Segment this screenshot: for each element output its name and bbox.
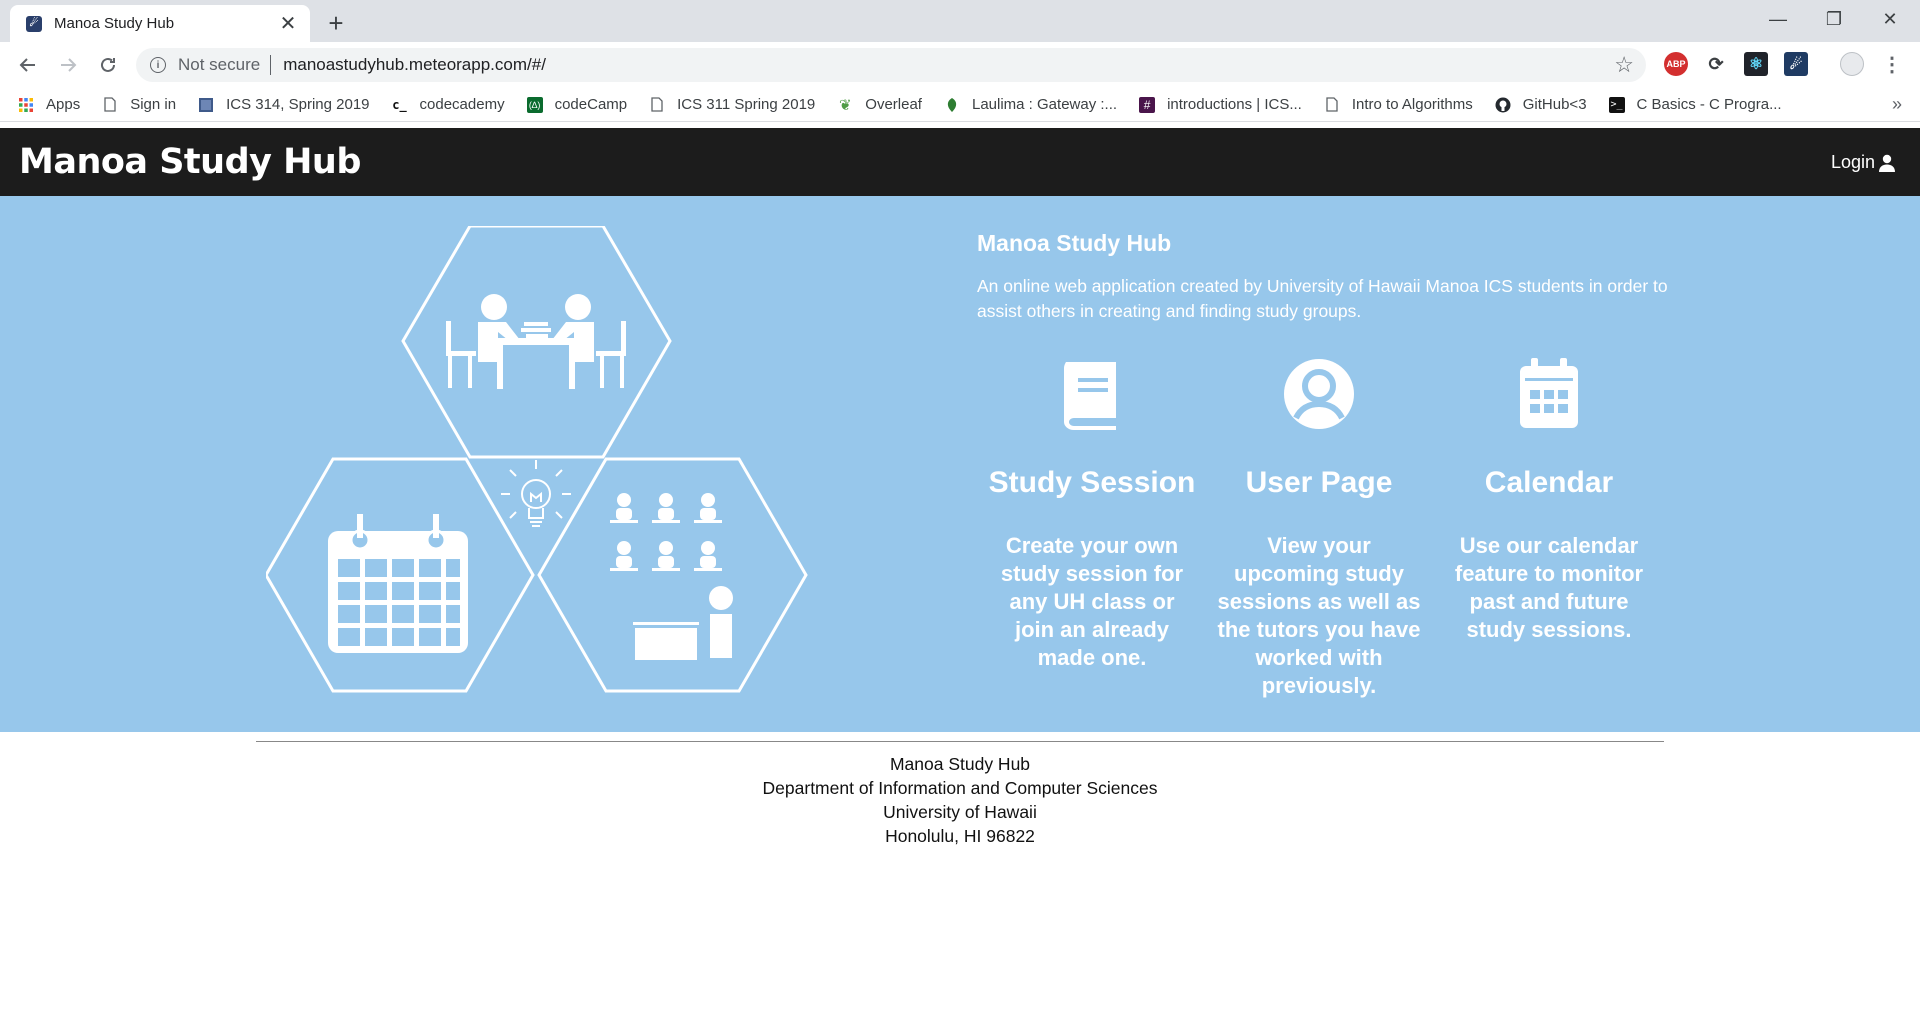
arrow-left-icon: [19, 58, 35, 72]
bookmarks-bar: Apps Sign in ICS 314, Spring 2019 c_ cod…: [0, 88, 1920, 122]
footer-line: Department of Information and Computer S…: [762, 778, 1158, 798]
hero-section: Manoa Study Hub An online web applicatio…: [0, 196, 1920, 732]
address-bar[interactable]: i Not secure manoastudyhub.meteorapp.com…: [136, 48, 1646, 82]
bookmark-label: ICS 314, Spring 2019: [226, 96, 370, 113]
feature-title: Study Session: [988, 466, 1196, 499]
bookmark-apps[interactable]: Apps: [18, 96, 80, 113]
feature-title: Calendar: [1484, 466, 1614, 499]
bookmark-label: GitHub<3: [1522, 96, 1587, 113]
feature-calendar: Calendar Use our calendar feature to mon…: [1444, 356, 1654, 644]
user-icon: [1879, 154, 1895, 172]
bookmark-label: Apps: [46, 96, 81, 113]
react-devtools-icon[interactable]: ⚛: [1744, 52, 1768, 76]
reload-icon: [101, 57, 115, 72]
classroom-icon: [610, 493, 733, 660]
bookmark-codecamp[interactable]: (∆) codeCamp: [526, 96, 628, 113]
browser-toolbar: i Not secure manoastudyhub.meteorapp.com…: [0, 42, 1920, 88]
page-icon: [649, 97, 665, 113]
bookmark-overleaf[interactable]: ❦ Overleaf: [837, 96, 922, 114]
meteor-devtools-icon[interactable]: ☄: [1784, 52, 1808, 76]
bookmark-label: Sign in: [130, 96, 177, 113]
calendar-icon: [1520, 358, 1578, 428]
bookmark-ics311[interactable]: ICS 311 Spring 2019: [649, 96, 815, 113]
bookmarks-overflow-icon[interactable]: »: [1892, 94, 1902, 115]
feature-user-page: User Page View your upcoming study sessi…: [1214, 356, 1424, 700]
bookmark-codecademy[interactable]: c_ codecademy: [392, 96, 505, 113]
site-brand[interactable]: Manoa Study Hub: [19, 142, 361, 182]
security-label: Not secure: [178, 55, 261, 74]
codecamp-icon: (∆): [526, 96, 543, 113]
bookmark-c-basics[interactable]: >_ C Basics - C Progra...: [1608, 96, 1782, 113]
feature-text: Use our calendar feature to monitor past…: [1454, 533, 1644, 642]
bookmark-label: Laulima : Gateway :...: [971, 96, 1118, 113]
sync-extension-icon[interactable]: ⟳: [1704, 52, 1728, 76]
github-icon: [1495, 97, 1511, 113]
leaf-icon: [944, 97, 960, 113]
reload-button[interactable]: [92, 49, 124, 81]
url-separator: [270, 55, 272, 75]
footer-divider: [256, 741, 1664, 742]
user-circle-icon: [1284, 359, 1354, 429]
page-icon: [1324, 97, 1340, 113]
feature-text: Create your own study session for any UH…: [1000, 533, 1184, 670]
bookmark-github[interactable]: GitHub<3: [1495, 96, 1587, 113]
book-icon: [1064, 362, 1116, 430]
login-label: Login: [1830, 152, 1875, 172]
footer-line: University of Hawaii: [883, 802, 1037, 822]
meteor-favicon-icon: ☄: [26, 15, 42, 32]
site-footer: Manoa Study Hub Department of Informatio…: [0, 752, 1920, 848]
lightbulb-icon: [501, 460, 571, 527]
codecademy-icon: c_: [392, 97, 407, 112]
bookmark-label: codecademy: [419, 96, 505, 113]
hexagon-illustration: [266, 226, 808, 693]
bookmark-label: C Basics - C Progra...: [1636, 96, 1782, 113]
info-icon[interactable]: i: [150, 57, 166, 73]
bookmark-ics314[interactable]: ICS 314, Spring 2019: [198, 96, 370, 113]
feature-study-session: Study Session Create your own study sess…: [987, 356, 1197, 672]
profile-avatar[interactable]: [1840, 52, 1864, 76]
browser-tab[interactable]: ☄ Manoa Study Hub ✕: [10, 5, 310, 42]
adblock-extension-icon[interactable]: ABP: [1664, 52, 1688, 76]
bookmark-star-icon[interactable]: ☆: [1614, 52, 1634, 78]
menu-kebab-icon[interactable]: ⋮: [1880, 52, 1904, 76]
url-text[interactable]: manoastudyhub.meteorapp.com/#/: [283, 55, 546, 75]
new-tab-button[interactable]: +: [322, 8, 350, 38]
feature-text: View your upcoming study sessions as wel…: [1217, 533, 1421, 698]
square-icon: [198, 97, 214, 113]
restore-button[interactable]: ❐: [1806, 0, 1862, 38]
tab-title: Manoa Study Hub: [54, 15, 175, 32]
footer-line: Honolulu, HI 96822: [885, 826, 1035, 846]
bookmark-label: codeCamp: [554, 96, 628, 113]
page-icon: [102, 97, 118, 113]
arrow-right-icon: [61, 58, 77, 72]
bookmark-label: Intro to Algorithms: [1351, 96, 1473, 113]
bookmark-label: introductions | ICS...: [1167, 96, 1302, 113]
back-button[interactable]: [12, 49, 44, 81]
footer-line: Manoa Study Hub: [889, 754, 1031, 774]
tab-strip: ☄ Manoa Study Hub ✕ + — ❐ ✕: [0, 0, 1920, 42]
bookmark-slack[interactable]: # introductions | ICS...: [1139, 96, 1302, 113]
terminal-icon: >_: [1608, 96, 1625, 113]
calendar-illustration-icon: [328, 514, 468, 653]
overleaf-icon: ❦: [838, 96, 852, 114]
slack-icon: #: [1139, 96, 1156, 113]
study-table-icon: [446, 294, 626, 389]
site-navbar: Manoa Study Hub Login: [0, 128, 1920, 196]
window-close-button[interactable]: ✕: [1862, 0, 1918, 38]
feature-title: User Page: [1245, 466, 1393, 499]
minimize-button[interactable]: —: [1750, 0, 1806, 38]
hero-description: An online web application created by Uni…: [977, 276, 1668, 321]
apps-grid-icon: [18, 97, 34, 113]
login-link[interactable]: Login: [1831, 152, 1896, 173]
forward-button[interactable]: [52, 49, 84, 81]
bookmark-algorithms[interactable]: Intro to Algorithms: [1324, 96, 1473, 113]
bookmark-label: ICS 311 Spring 2019: [677, 96, 816, 113]
bookmark-laulima[interactable]: Laulima : Gateway :...: [944, 96, 1117, 113]
hero-title: Manoa Study Hub: [977, 230, 1172, 256]
bookmark-sign-in[interactable]: Sign in: [102, 96, 176, 113]
tab-close-icon[interactable]: ✕: [278, 13, 298, 35]
bookmark-label: Overleaf: [865, 96, 922, 113]
